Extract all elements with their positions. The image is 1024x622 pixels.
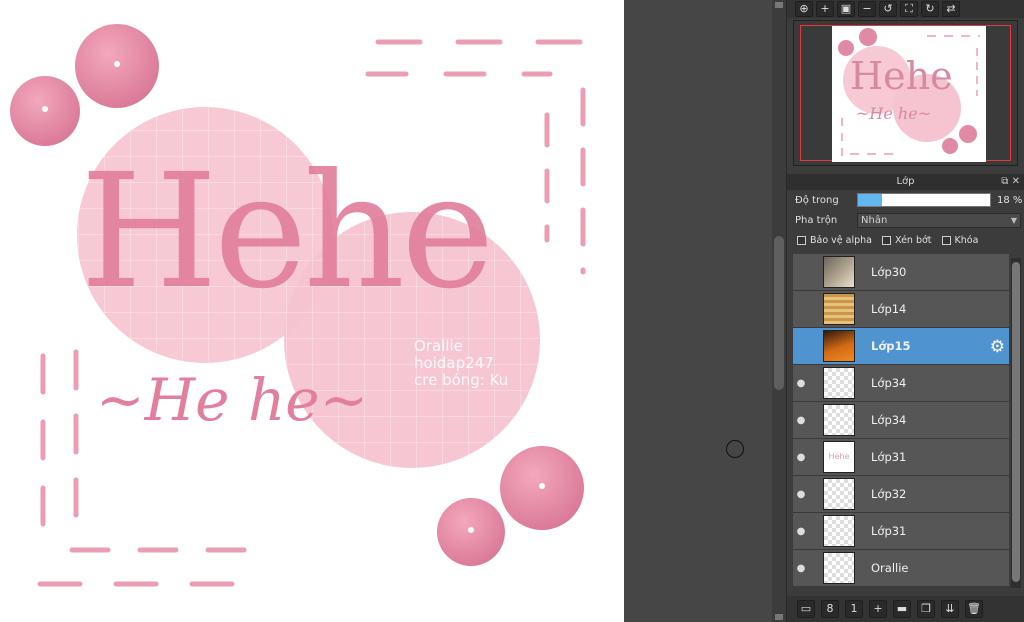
- rotate-left-icon[interactable]: ↺: [879, 1, 897, 17]
- protect-alpha-checkbox[interactable]: Bảo vệ alpha: [797, 235, 872, 246]
- rotate-right-icon[interactable]: ↻: [921, 1, 939, 17]
- title-text: Hehe: [80, 140, 495, 324]
- layer-row[interactable]: ● Orallie: [793, 550, 1009, 587]
- canvas-vertical-scrollbar[interactable]: [772, 0, 786, 622]
- blend-mode-value: Nhân: [861, 214, 888, 226]
- gear-icon[interactable]: ⚙: [990, 337, 1005, 357]
- layer-name: Lớp31: [871, 524, 907, 538]
- protect-alpha-label: Bảo vệ alpha: [810, 234, 872, 246]
- zoom-out-icon[interactable]: −: [858, 1, 876, 17]
- layer-row[interactable]: ● Hehe Lớp31: [793, 439, 1009, 476]
- credit-line-1: Orallie: [414, 337, 463, 355]
- canvas-workspace[interactable]: [624, 0, 772, 622]
- layer-name: Lớp34: [871, 413, 907, 427]
- new-raster-icon[interactable]: 8: [821, 600, 839, 618]
- fit-screen-icon[interactable]: ▣: [837, 1, 855, 17]
- navigator-thumbnail: Hehe ~He he~: [832, 26, 986, 162]
- new-1bit-icon[interactable]: 1: [845, 600, 863, 618]
- layer-row[interactable]: ● Lớp31: [793, 513, 1009, 550]
- layer-name: Lớp14: [871, 302, 907, 316]
- navigator-preview[interactable]: Hehe ~He he~: [793, 20, 1018, 166]
- visibility-eye-icon[interactable]: ●: [793, 378, 809, 389]
- brush-cursor-icon: [726, 440, 744, 458]
- duplicate-icon[interactable]: ❐: [917, 600, 935, 618]
- flip-icon[interactable]: ⇄: [942, 1, 960, 17]
- layer-list-scroll-thumb[interactable]: [1012, 262, 1020, 582]
- layer-row[interactable]: Lớp30: [793, 254, 1009, 291]
- app-window: Hehe ~He he~ Orallie hoidap247 cre bóng:…: [0, 0, 1024, 622]
- layer-list[interactable]: Lớp30 Lớp14 Lớp15 ⚙ ● Lớp34 ● Lớp34 ● Hehe Lớp31 ● L…: [793, 254, 1009, 594]
- navigator-toolbar: ⊕ + ▣ − ↺ ⛶ ↻ ⇄: [787, 0, 1024, 18]
- visibility-eye-icon[interactable]: ●: [793, 563, 809, 574]
- layer-name: Lớp30: [871, 265, 907, 279]
- layer-thumbnail: [823, 478, 855, 510]
- fullscreen-icon[interactable]: ⛶: [900, 1, 918, 17]
- layer-name: Lớp34: [871, 376, 907, 390]
- layer-thumbnail: [823, 404, 855, 436]
- layer-list-scrollbar[interactable]: [1011, 258, 1021, 588]
- layer-panel-header: Lớp ⧉ ✕: [787, 174, 1024, 190]
- visibility-eye-icon[interactable]: ●: [793, 452, 809, 463]
- clip-label: Xén bớt: [895, 234, 932, 246]
- layer-thumbnail: [823, 256, 855, 288]
- checkbox-box[interactable]: [941, 235, 951, 245]
- layer-row[interactable]: ● Lớp34: [793, 365, 1009, 402]
- layer-panel-title: Lớp: [896, 176, 915, 187]
- layer-thumbnail: [823, 552, 855, 584]
- layer-row[interactable]: ● Lớp34: [793, 402, 1009, 439]
- layer-bottom-toolbar: ▭ 8 1 + ▬ ❐ ⇊ 🗑: [787, 596, 1024, 622]
- opacity-slider-fill: [858, 194, 882, 206]
- clip-checkbox[interactable]: Xén bớt: [882, 235, 932, 246]
- layer-thumbnail: Hehe: [823, 441, 855, 473]
- blend-label: Pha trộn: [795, 214, 838, 226]
- lock-checkbox[interactable]: Khóa: [941, 234, 979, 246]
- opacity-row: Độ trong 18 %: [787, 190, 1024, 210]
- layer-row[interactable]: Lớp14: [793, 291, 1009, 328]
- zoom-in-icon[interactable]: +: [816, 1, 834, 17]
- panel-popout-close-icons[interactable]: ⧉ ✕: [1001, 174, 1020, 190]
- mini-subtitle: ~He he~: [856, 104, 932, 123]
- drawing-canvas[interactable]: Hehe ~He he~ Orallie hoidap247 cre bóng:…: [0, 0, 624, 622]
- new-layer-icon[interactable]: ▭: [797, 600, 815, 618]
- merge-down-icon[interactable]: ⇊: [941, 600, 959, 618]
- blend-mode-select[interactable]: Nhân ▼: [857, 212, 1021, 228]
- layer-thumbnail: [823, 367, 855, 399]
- layer-thumbnail: [823, 330, 855, 362]
- layer-options-row: Bảo vệ alpha Xén bớt Khóa: [787, 230, 1024, 250]
- layer-name: Lớp32: [871, 487, 907, 501]
- visibility-eye-icon[interactable]: ●: [793, 415, 809, 426]
- scroll-up-arrow-icon[interactable]: [775, 2, 783, 8]
- lock-label: Khóa: [954, 234, 979, 246]
- checkbox-box[interactable]: [882, 235, 891, 245]
- opacity-value: 18 %: [997, 194, 1023, 206]
- layer-name: Lớp31: [871, 450, 907, 464]
- layer-name: Lớp15: [871, 339, 911, 353]
- credit-line-3: cre bóng: Ku: [414, 371, 509, 389]
- checkbox-box[interactable]: [797, 235, 806, 245]
- credit-line-2: hoidap247: [414, 354, 494, 372]
- blend-row: Pha trộn Nhân ▼: [787, 210, 1024, 230]
- add-layer-menu-icon[interactable]: +: [869, 600, 887, 618]
- layer-thumbnail: [823, 293, 855, 325]
- scrollbar-thumb[interactable]: [774, 236, 784, 390]
- layer-row[interactable]: ● Lớp32: [793, 476, 1009, 513]
- zoom-to-fit-icon[interactable]: ⊕: [795, 1, 813, 17]
- chevron-down-icon: ▼: [1010, 215, 1017, 225]
- credit-text: Orallie hoidap247 cre bóng: Ku: [414, 338, 508, 389]
- mini-title: Hehe: [850, 54, 953, 98]
- visibility-eye-icon[interactable]: ●: [793, 489, 809, 500]
- scroll-down-arrow-icon[interactable]: [775, 614, 783, 620]
- layer-row[interactable]: Lớp15 ⚙: [793, 328, 1009, 365]
- delete-icon[interactable]: 🗑: [965, 600, 983, 618]
- layer-name: Orallie: [871, 561, 909, 575]
- opacity-label: Độ trong: [795, 194, 839, 206]
- right-panel: ⊕ + ▣ − ↺ ⛶ ↻ ⇄ Hehe ~He he~ Lớp ⧉ ✕ Độ …: [786, 0, 1024, 622]
- opacity-slider[interactable]: [857, 193, 991, 207]
- folder-icon[interactable]: ▬: [893, 600, 911, 618]
- subtitle-text: ~He he~: [96, 366, 369, 434]
- visibility-eye-icon[interactable]: ●: [793, 526, 809, 537]
- layer-thumbnail: [823, 515, 855, 547]
